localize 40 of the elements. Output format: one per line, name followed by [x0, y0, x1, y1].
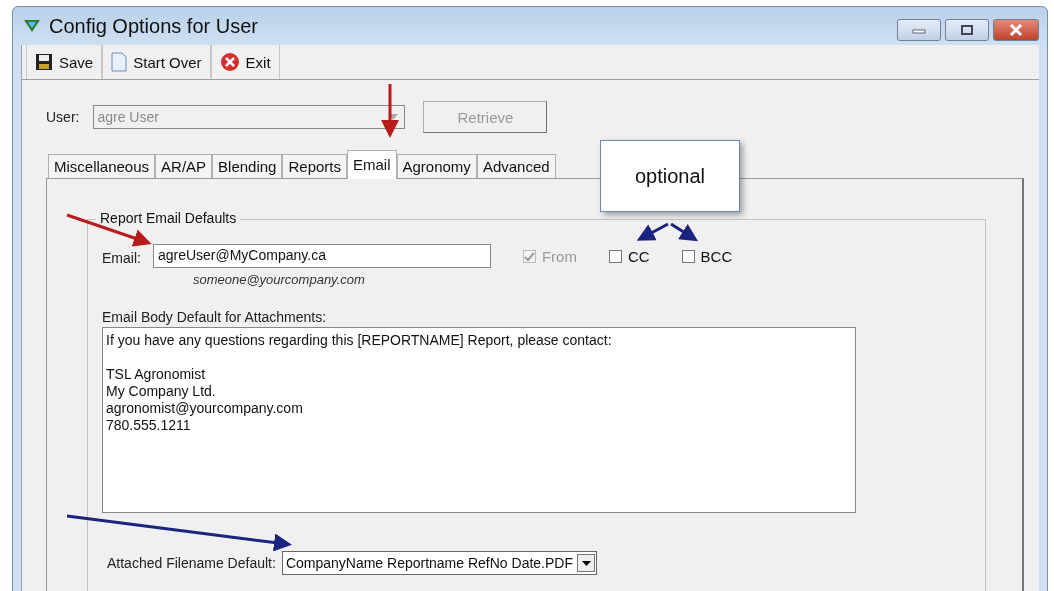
- tab[interactable]: Email: [347, 150, 397, 179]
- email-body-field[interactable]: If you have any questions regarding this [REPORTNAME] Report, please contact: TSL Agronomist My Company Ltd. agronomist@yourcompany.com 780.555.1211: [102, 327, 856, 513]
- checkbox-label: From: [541, 248, 577, 265]
- maximize-button[interactable]: [945, 19, 989, 41]
- x-circle-icon: [219, 52, 240, 72]
- minimize-icon: [912, 26, 926, 34]
- checkbox[interactable]: [608, 250, 622, 263]
- checkbox-label: CC: [627, 248, 650, 265]
- callout-box: optional: [600, 140, 740, 212]
- filename-dropdown[interactable]: CompanyName Reportname RefNo Date.PDF: [281, 551, 597, 575]
- tab[interactable]: Blending: [212, 154, 283, 178]
- email-label: Email:: [102, 250, 141, 266]
- dropdown-arrow-icon: [581, 560, 591, 566]
- new-button[interactable]: Start Over: [102, 45, 211, 79]
- exit-button[interactable]: Exit: [210, 45, 280, 79]
- pointer-arrow: [381, 84, 399, 138]
- tab[interactable]: Miscellaneous: [48, 154, 156, 178]
- save-button[interactable]: Save: [26, 45, 103, 79]
- document-icon: [111, 52, 128, 72]
- user-label: User:: [46, 109, 80, 125]
- tab[interactable]: Reports: [282, 154, 347, 178]
- callout-arrow: [670, 222, 699, 242]
- group-title: Report Email Defaults: [96, 210, 241, 226]
- tab[interactable]: Agronomy: [396, 154, 477, 178]
- email-body-label: Email Body Default for Attachments:: [102, 309, 328, 325]
- email-hint: someone@yourcompany.com: [192, 272, 366, 287]
- maximize-icon: [960, 25, 974, 35]
- callout-arrow: [636, 222, 669, 241]
- dropdown-arrow-icon: [388, 114, 399, 120]
- triangle-logo-icon: [23, 19, 41, 33]
- close-icon: [1009, 24, 1023, 36]
- close-button[interactable]: [993, 19, 1039, 41]
- tab[interactable]: Advanced: [476, 154, 556, 178]
- filename-label: Attached Filename Default:: [107, 555, 276, 571]
- checkbox-label: BCC: [700, 248, 733, 265]
- minimize-button[interactable]: [897, 19, 941, 41]
- checkbox[interactable]: [681, 250, 695, 263]
- tab[interactable]: AR/AP: [155, 154, 213, 178]
- window-title: Config Options for User: [49, 14, 258, 38]
- email-field[interactable]: agreUser@MyCompany.ca: [152, 244, 491, 268]
